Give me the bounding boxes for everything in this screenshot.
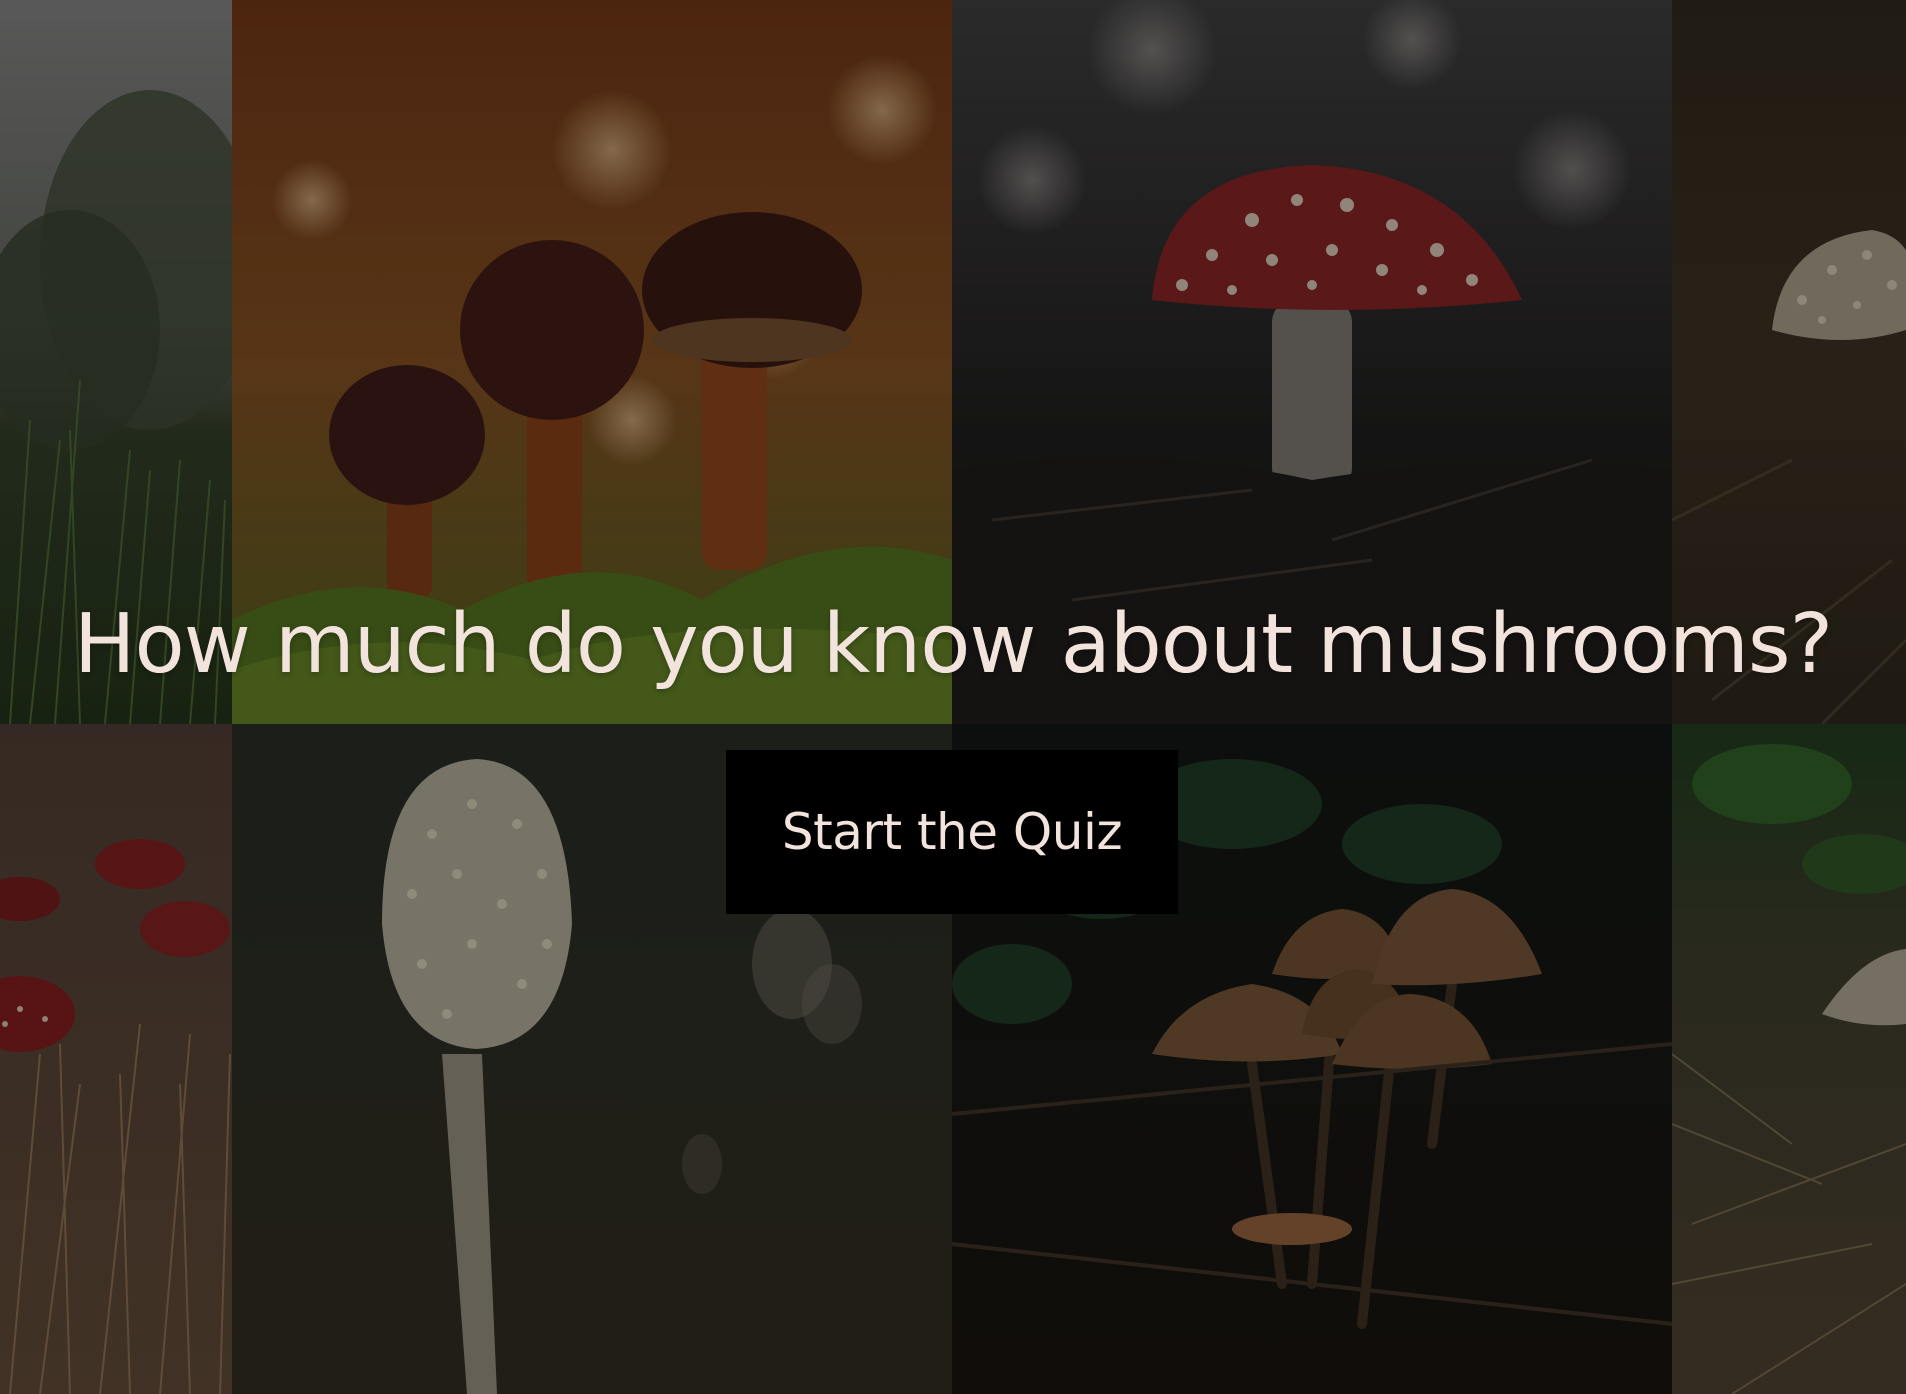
quiz-landing-page: How much do you know about mushrooms? St… xyxy=(0,0,1906,1394)
page-title: How much do you know about mushrooms? xyxy=(73,597,1833,692)
start-quiz-button[interactable]: Start the Quiz xyxy=(726,750,1178,914)
